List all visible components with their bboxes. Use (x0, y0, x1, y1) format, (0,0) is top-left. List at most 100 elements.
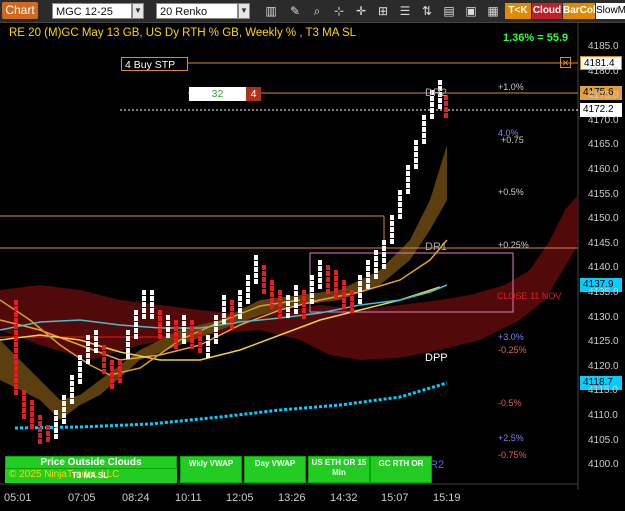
t3-ma-sl-label: T3 MA SL (72, 471, 109, 480)
renko-brick (302, 314, 306, 319)
renko-brick (38, 427, 42, 432)
cloud-button[interactable]: Cloud (532, 3, 562, 19)
renko-brick (302, 302, 306, 307)
chart-canvas[interactable] (0, 22, 625, 511)
renko-brick (62, 413, 66, 418)
chart-trader-icon[interactable]: ▤ (441, 3, 457, 19)
strategy-icon[interactable]: ▦ (485, 3, 501, 19)
renko-brick (62, 395, 66, 400)
renko-brick (294, 291, 298, 296)
renko-brick (54, 416, 58, 421)
renko-brick (310, 293, 314, 298)
bar-type-selector[interactable]: 20 Renko (156, 3, 238, 19)
renko-brick (134, 316, 138, 321)
renko-brick (14, 330, 18, 335)
renko-brick (206, 347, 210, 352)
renko-brick (254, 261, 258, 266)
pencil-icon[interactable]: ✎ (287, 3, 303, 19)
zoom-icon[interactable]: ⌕ (309, 3, 325, 19)
renko-brick (14, 312, 18, 317)
renko-brick (366, 284, 370, 289)
renko-brick (30, 400, 34, 405)
chart-header-title: RE 20 (M)GC May 13 GB, US Dy RTH % GB, W… (9, 27, 357, 39)
renko-brick (182, 315, 186, 320)
weekly-minus025: -0.25% (498, 345, 527, 355)
renko-brick (342, 286, 346, 291)
renko-brick (310, 299, 314, 304)
chart-title-tab[interactable]: Chart (2, 2, 38, 19)
renko-brick (142, 314, 146, 319)
renko-brick (182, 321, 186, 326)
price-axis-label: 4130.0 (588, 311, 619, 323)
renko-brick (158, 310, 162, 315)
renko-brick (238, 296, 242, 301)
instrument-selector[interactable]: MGC 12-25 (52, 3, 132, 19)
weekly-plus25: +2.5% (498, 433, 524, 443)
renko-brick (174, 326, 178, 331)
bar-type-dropdown-icon[interactable]: ▼ (238, 3, 250, 19)
bar-chart-icon[interactable]: ▥ (263, 3, 279, 19)
renko-brick (406, 177, 410, 182)
renko-brick (174, 338, 178, 343)
order-qty-left[interactable]: 32 (189, 87, 246, 101)
renko-brick (318, 278, 322, 283)
renko-brick (294, 309, 298, 314)
crosshair-icon[interactable]: ✛ (353, 3, 369, 19)
wkly-vwap-button[interactable]: Wkly VWAP (180, 456, 242, 483)
renko-brick (358, 299, 362, 304)
renko-brick (358, 293, 362, 298)
renko-brick (158, 328, 162, 333)
properties-icon[interactable]: ▣ (463, 3, 479, 19)
instrument-dropdown-icon[interactable]: ▼ (132, 3, 144, 19)
pivot-dr1: DR1 (425, 241, 448, 253)
renko-brick (230, 300, 234, 305)
renko-brick (14, 336, 18, 341)
pointer-icon[interactable]: ⊹ (331, 3, 347, 19)
buy-stop-order[interactable]: 4 Buy STP (121, 57, 188, 71)
renko-brick (214, 315, 218, 320)
weekly-minus075: -0.75% (498, 450, 527, 460)
gc-rth-or-button[interactable]: GC RTH OR (370, 456, 432, 483)
us-eth-or-button[interactable]: US ETH OR 15 Min (308, 456, 370, 483)
list-icon[interactable]: ☰ (397, 3, 413, 19)
renko-brick (158, 322, 162, 327)
renko-brick (286, 307, 290, 312)
price-axis-label: 4135.0 (588, 287, 619, 298)
price-axis-label: 4160.0 (588, 164, 619, 175)
price-axis-label: 4115.0 (588, 385, 618, 397)
renko-brick (278, 290, 282, 295)
renko-brick (246, 293, 250, 298)
renko-brick (334, 276, 338, 281)
renko-brick (254, 273, 258, 278)
barcol-button[interactable]: BarCol (563, 3, 596, 19)
time-label: 15:07 (381, 492, 409, 504)
price-outside-clouds-button[interactable]: Price Outside Clouds (5, 456, 177, 469)
renko-brick (422, 133, 426, 138)
price-axis-label: 4110.0 (588, 410, 618, 421)
renko-brick (406, 171, 410, 176)
day-vwap-button[interactable]: Day VWAP (244, 456, 306, 483)
renko-brick (230, 312, 234, 317)
renko-brick (190, 320, 194, 325)
time-label: 05:01 (4, 492, 32, 504)
renko-brick (230, 324, 234, 329)
renko-brick (46, 431, 50, 436)
price-axis-label: 4185.0 (588, 41, 619, 52)
tk-button[interactable]: T<K (505, 3, 531, 19)
renko-brick (262, 265, 266, 270)
pivot-r2: R2 (430, 459, 445, 471)
slowm-button[interactable]: SlowM (596, 3, 625, 19)
renko-brick (326, 277, 330, 282)
renko-brick (54, 428, 58, 433)
renko-brick (78, 361, 82, 366)
renko-brick (118, 378, 122, 383)
renko-brick (126, 348, 130, 353)
insert-icon[interactable]: ⊞ (375, 3, 391, 19)
close-order-icon[interactable]: ✕ (560, 57, 571, 68)
arrows-icon[interactable]: ⇅ (419, 3, 435, 19)
renko-brick (222, 295, 226, 300)
renko-brick (38, 433, 42, 438)
order-qty-right[interactable]: 4 (246, 87, 261, 101)
renko-brick (254, 267, 258, 272)
renko-brick (294, 303, 298, 308)
